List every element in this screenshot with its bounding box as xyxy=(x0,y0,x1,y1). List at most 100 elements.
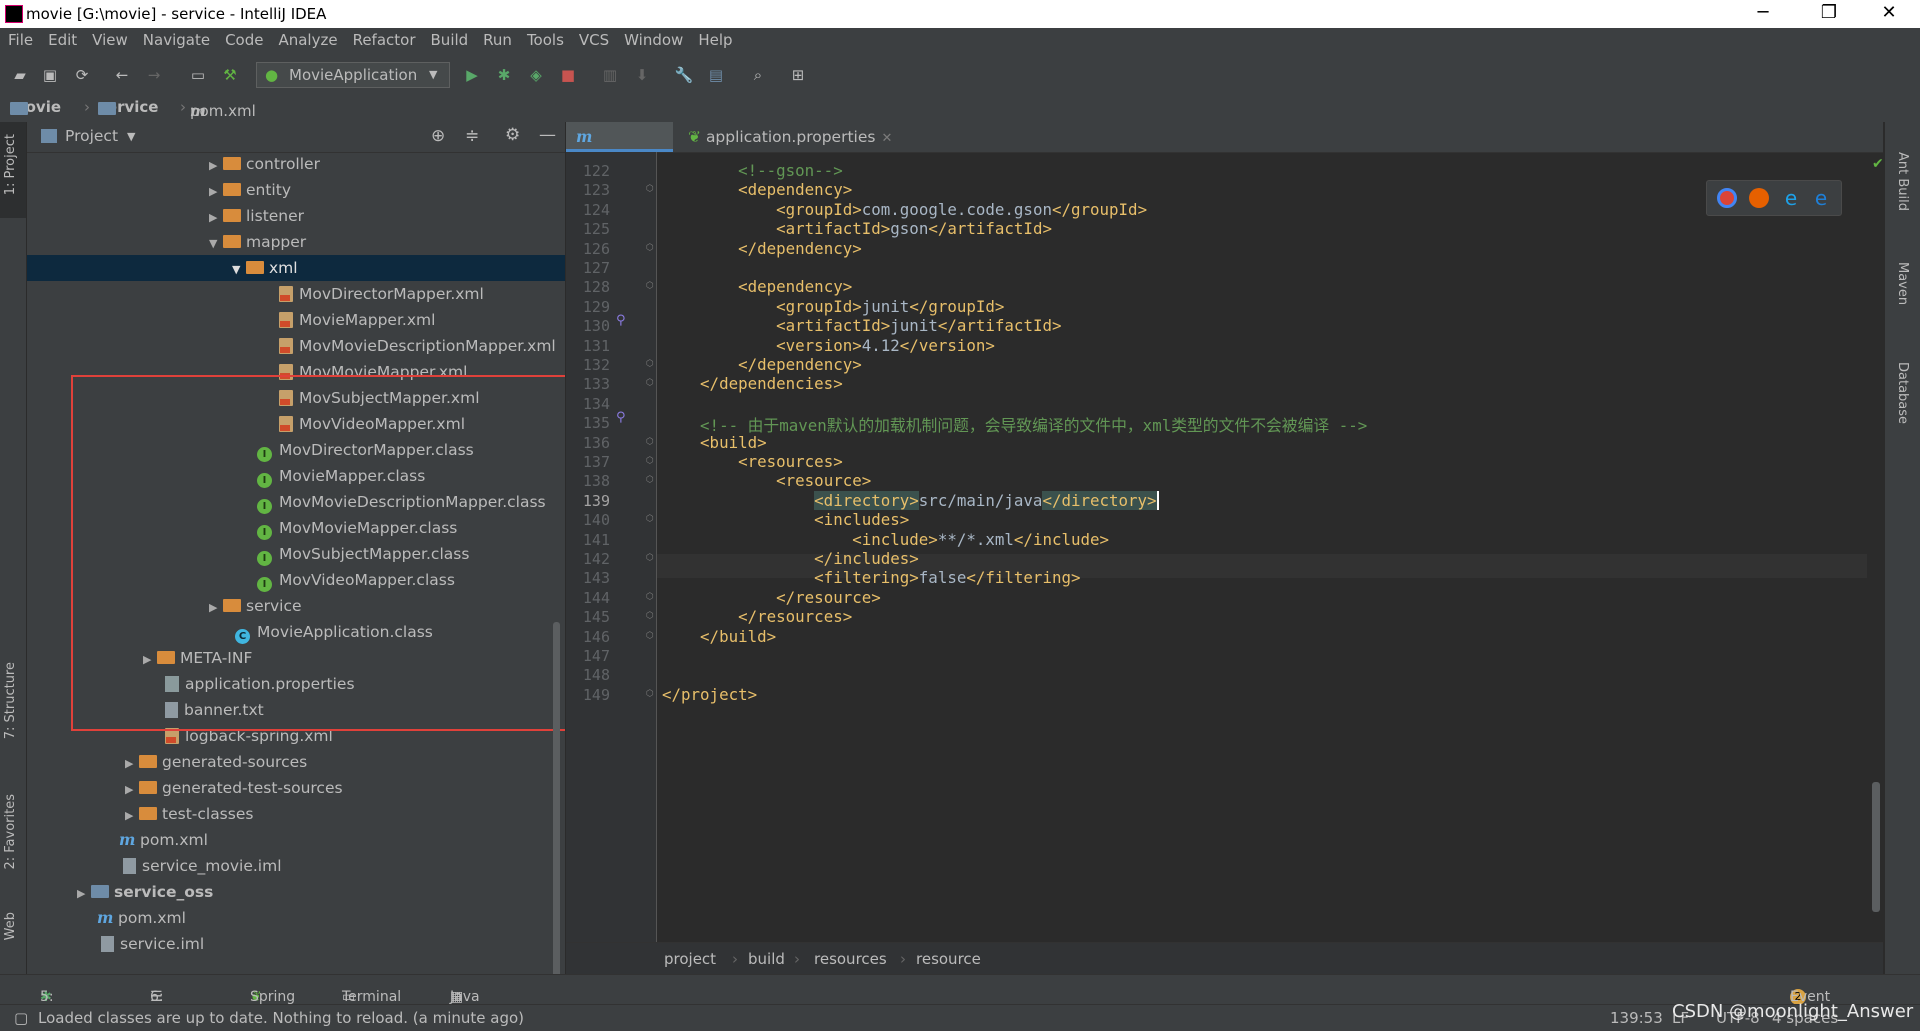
code-line[interactable]: <filtering>false</filtering> xyxy=(662,568,1080,587)
menu-view[interactable]: View xyxy=(84,28,135,49)
deploy-icon[interactable]: ⬇ xyxy=(632,65,652,85)
code-line[interactable]: <directory>src/main/java</directory> xyxy=(662,490,1159,510)
gear-icon[interactable]: ⚙ xyxy=(505,125,520,145)
tree-node-service-oss[interactable]: ▶ service_oss xyxy=(77,879,213,905)
expand-arrow-icon[interactable]: ▶ xyxy=(209,179,223,205)
menu-analyze[interactable]: Analyze xyxy=(270,28,344,49)
tree-node-entity[interactable]: ▶ entity xyxy=(209,177,291,203)
fold-marker-icon[interactable]: ⬡ xyxy=(646,243,654,253)
code-line[interactable]: </project> xyxy=(662,685,757,704)
fold-marker-icon[interactable]: ⬡ xyxy=(646,553,654,563)
chrome-icon[interactable] xyxy=(1717,188,1737,208)
fold-marker-icon[interactable]: ⬡ xyxy=(646,611,654,621)
menu-vcs[interactable]: VCS xyxy=(571,28,616,49)
crumb-build[interactable]: build xyxy=(748,950,785,968)
collapse-all-icon[interactable]: ≑ xyxy=(465,126,479,146)
menu-navigate[interactable]: Navigate xyxy=(135,28,217,49)
tree-node-test-classes[interactable]: ▶ test-classes xyxy=(125,801,253,827)
maximize-button[interactable]: ❐ xyxy=(1806,2,1852,23)
close-button[interactable]: ✕ xyxy=(1866,2,1912,23)
structure-stripe-button[interactable]: 7: Structure xyxy=(3,662,18,739)
project-stripe-button[interactable]: 1: Project xyxy=(3,134,18,195)
save-icon[interactable]: ▣ xyxy=(40,65,60,85)
code-line[interactable]: <artifactId>junit</artifactId> xyxy=(662,316,1061,335)
menu-build[interactable]: Build xyxy=(423,28,476,49)
tree-file-iml[interactable]: service_movie.iml xyxy=(123,853,282,879)
fold-marker-icon[interactable]: ⬡ xyxy=(646,514,654,524)
code-line[interactable]: <artifactId>gson</artifactId> xyxy=(662,219,1052,238)
tree-node-generated-test-sources[interactable]: ▶ generated-test-sources xyxy=(125,775,343,801)
sdk-manager-icon[interactable]: ⊞ xyxy=(788,65,808,85)
fold-marker-icon[interactable]: ⬡ xyxy=(646,184,654,194)
code-line[interactable]: <build> xyxy=(662,433,767,452)
minimize-button[interactable]: ─ xyxy=(1740,2,1786,23)
expand-arrow-icon[interactable]: ▶ xyxy=(77,881,91,907)
breadcrumb-root[interactable]: movie xyxy=(10,98,61,116)
project-scrollbar[interactable] xyxy=(553,622,560,974)
crumb-resource[interactable]: resource xyxy=(916,950,981,968)
maven-stripe-button[interactable]: Maven xyxy=(1895,262,1910,305)
code-line[interactable]: </includes> xyxy=(662,549,919,568)
fold-marker-icon[interactable]: ⬡ xyxy=(646,592,654,602)
menu-refactor[interactable]: Refactor xyxy=(345,28,423,49)
tab-service[interactable]: mservice✕ xyxy=(566,122,673,176)
tree-node-listener[interactable]: ▶ listener xyxy=(209,203,304,229)
search-icon[interactable]: ⌕ xyxy=(748,65,768,85)
sync-icon[interactable]: ⟳ xyxy=(72,65,92,85)
attach-icon[interactable]: ▥ xyxy=(600,65,620,85)
fold-marker-icon[interactable]: ⬡ xyxy=(646,631,654,641)
tree-node-generated-sources[interactable]: ▶ generated-sources xyxy=(125,749,307,775)
expand-arrow-icon[interactable]: ▶ xyxy=(209,205,223,231)
breadcrumb-module[interactable]: service xyxy=(98,98,158,116)
fold-marker-icon[interactable]: ⬡ xyxy=(646,359,654,369)
expand-arrow-icon[interactable]: ▶ xyxy=(209,153,223,179)
database-stripe-button[interactable]: Database xyxy=(1895,362,1910,424)
tree-node-controller[interactable]: ▶ controller xyxy=(209,151,320,177)
code-line[interactable]: </resource> xyxy=(662,588,881,607)
menu-tools[interactable]: Tools xyxy=(519,28,571,49)
status-icon[interactable]: ▢ xyxy=(14,1009,28,1027)
expand-arrow-icon[interactable]: ▶ xyxy=(125,777,139,803)
tree-file-pom[interactable]: m pom.xml xyxy=(119,827,208,853)
code-line[interactable]: <resource> xyxy=(662,471,871,490)
hide-panel-icon[interactable]: — xyxy=(539,125,556,145)
stop-icon[interactable]: ■ xyxy=(558,65,578,85)
collapse-arrow-icon[interactable]: ▼ xyxy=(232,257,246,283)
code-line[interactable]: </build> xyxy=(662,627,776,646)
code-line[interactable]: <!--gson--> xyxy=(662,161,843,180)
editor-scrollbar[interactable] xyxy=(1872,782,1880,912)
fold-marker-icon[interactable]: ⬡ xyxy=(646,437,654,447)
ie-icon[interactable]: e xyxy=(1781,188,1801,208)
tree-file-xml[interactable]: MovieMapper.xml xyxy=(279,307,435,333)
back-icon[interactable]: ← xyxy=(112,65,132,85)
crumb-resources[interactable]: resources xyxy=(814,950,887,968)
run-icon[interactable]: ▶ xyxy=(462,65,482,85)
settings-wrench-icon[interactable]: 🔧 xyxy=(674,65,694,85)
ant-build-stripe-button[interactable]: Ant Build xyxy=(1895,152,1910,211)
project-structure-folder-icon[interactable]: ▤ xyxy=(706,65,726,85)
fold-marker-icon[interactable]: ⬡ xyxy=(646,475,654,485)
fold-marker-icon[interactable]: ⬡ xyxy=(646,281,654,291)
tree-node-mapper[interactable]: ▼ mapper xyxy=(209,229,306,255)
crumb-project[interactable]: project xyxy=(664,950,716,968)
collapse-arrow-icon[interactable]: ▼ xyxy=(209,231,223,257)
code-line[interactable]: <groupId>junit</groupId> xyxy=(662,297,1004,316)
code-line[interactable]: <dependency> xyxy=(662,180,852,199)
code-line[interactable]: <include>**/*.xml</include> xyxy=(662,530,1109,549)
forward-icon[interactable]: → xyxy=(144,65,164,85)
code-line[interactable]: <groupId>com.google.code.gson</groupId> xyxy=(662,200,1147,219)
edge-icon[interactable]: e xyxy=(1811,188,1831,208)
menu-window[interactable]: Window xyxy=(616,28,690,49)
code-line[interactable]: <version>4.12</version> xyxy=(662,336,995,355)
locate-file-icon[interactable]: ⊕ xyxy=(431,126,445,146)
code-line[interactable]: </dependency> xyxy=(662,355,862,374)
code-line[interactable]: <!-- 由于maven默认的加载机制问题，会导致编译的文件中，xml类型的文件… xyxy=(662,413,1367,436)
tree-file-iml[interactable]: service.iml xyxy=(101,931,204,957)
tab-application-properties[interactable]: ❦ application.properties ✕ xyxy=(678,122,902,152)
code-line[interactable]: </dependency> xyxy=(662,239,862,258)
coverage-icon[interactable]: ◈ xyxy=(526,65,546,85)
fold-marker-icon[interactable]: ⬡ xyxy=(646,456,654,466)
tree-node-xml[interactable]: ▼ xml xyxy=(232,255,298,281)
code-line[interactable]: </dependencies> xyxy=(662,374,843,393)
expand-arrow-icon[interactable]: ▶ xyxy=(125,803,139,829)
